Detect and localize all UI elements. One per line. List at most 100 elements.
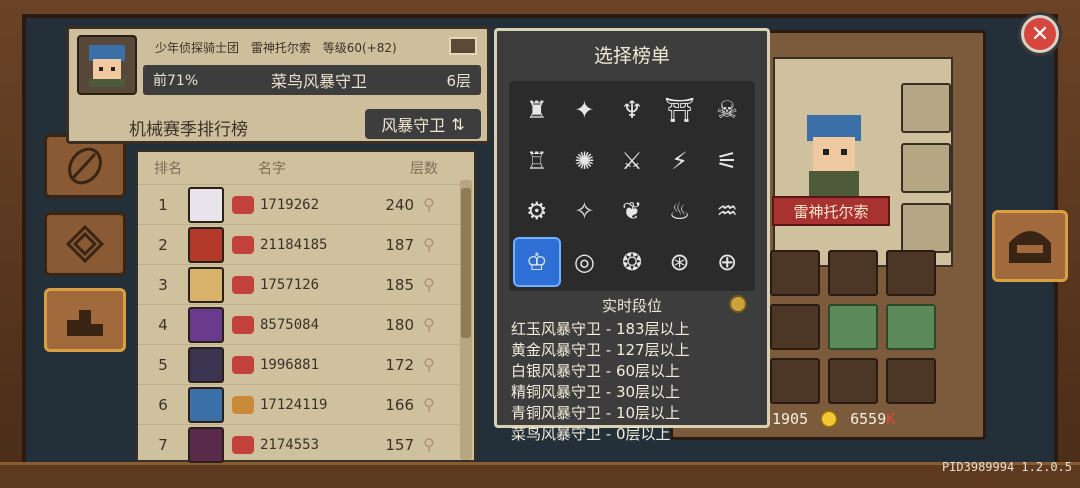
- board-option-gate-icon[interactable]: ⛩: [656, 85, 704, 136]
- help-icon[interactable]: [729, 295, 747, 313]
- board-icon-grid: ♜ ✦ ♆ ⛩ ☠ ♖ ✺ ⚔ ⚡ ⚟ ⚙ ✧ ❦ ♨ ♒ ♔ ◎ ❂ ⊛ ⊕: [509, 81, 755, 291]
- board-option-claw-icon[interactable]: ⚟: [703, 136, 751, 187]
- table-row[interactable]: 6 17124119 166 ⚲: [138, 384, 460, 424]
- percentile: 前71%: [153, 73, 199, 89]
- board-option-blades-icon[interactable]: ⚔: [608, 136, 656, 187]
- board-option-star-icon[interactable]: ✦: [561, 85, 609, 136]
- inventory-slot[interactable]: [886, 358, 936, 404]
- board-option-storm-guard-icon[interactable]: ♔: [513, 236, 561, 287]
- board-option-gear-icon[interactable]: ⚙: [513, 186, 561, 237]
- board-option-slash-icon[interactable]: ⚡: [656, 136, 704, 187]
- avatar: [188, 186, 224, 223]
- inventory-slot[interactable]: [828, 358, 878, 404]
- row-uid: 1996881: [260, 356, 320, 373]
- close-button[interactable]: ✕: [1018, 12, 1062, 56]
- id-card-icon[interactable]: [449, 37, 477, 55]
- row-rank: 7: [158, 435, 168, 454]
- inventory-grid: [770, 250, 950, 404]
- board-option-spiral-icon[interactable]: ⊛: [656, 237, 704, 288]
- row-floors: 166: [385, 395, 414, 414]
- inventory-slot[interactable]: [770, 250, 820, 296]
- tier-item: 青铜风暴守卫 - 10层以上: [511, 404, 681, 422]
- equip-slot-1[interactable]: [901, 83, 951, 133]
- inventory-slot[interactable]: [828, 304, 878, 350]
- row-uid: 17124119: [260, 396, 328, 413]
- inspect-icon[interactable]: ⚲: [414, 275, 444, 294]
- player-floors: 6层: [446, 71, 471, 90]
- avatar: [188, 426, 224, 463]
- board-option-spark-icon[interactable]: ✧: [561, 186, 609, 237]
- scroll-thumb[interactable]: [461, 188, 471, 338]
- coin-suffix: K: [886, 410, 896, 428]
- board-option-swirl-icon[interactable]: ✺: [561, 136, 609, 187]
- inspect-icon[interactable]: ⚲: [414, 435, 444, 454]
- row-floors: 180: [385, 315, 414, 334]
- board-option-wings-icon[interactable]: ❦: [608, 186, 656, 237]
- player-avatar: [77, 35, 137, 95]
- board-option-flame-icon[interactable]: ♨: [656, 186, 704, 237]
- row-rank: 4: [158, 315, 168, 334]
- board-option-horns-icon[interactable]: ♆: [608, 85, 656, 136]
- podium-icon: [67, 310, 103, 336]
- inspect-icon[interactable]: ⚲: [414, 235, 444, 254]
- row-uid: 21184185: [260, 236, 328, 253]
- inspect-icon[interactable]: ⚲: [414, 195, 444, 214]
- diamond-icon: [65, 224, 105, 264]
- inspect-icon[interactable]: ⚲: [414, 315, 444, 334]
- hero-face-icon: [89, 45, 125, 87]
- currency-bar: 1905 6559K: [772, 410, 895, 428]
- helmet-icon: [1009, 231, 1051, 263]
- leaderboard-scrollbar[interactable]: [460, 180, 472, 460]
- profile-meta: 少年侦探骑士团 雷神托尔索 等级60(+82): [155, 39, 405, 56]
- guild-badge-icon: [232, 195, 254, 214]
- row-floors: 172: [385, 355, 414, 374]
- equip-slot-2[interactable]: [901, 143, 951, 193]
- tier-item: 菜鸟风暴守卫 - 0层以上: [511, 425, 671, 443]
- table-row[interactable]: 2 21184185 187 ⚲: [138, 224, 460, 264]
- inventory-slot[interactable]: [770, 358, 820, 404]
- board-option-orb-icon[interactable]: ❂: [608, 237, 656, 288]
- bottom-rail: [0, 462, 1080, 488]
- rank-title: 菜鸟风暴守卫: [270, 72, 367, 91]
- row-floors: 240: [385, 195, 414, 214]
- header-rank: 排名: [154, 161, 182, 177]
- inventory-slot[interactable]: [828, 250, 878, 296]
- board-option-beetle-icon[interactable]: ♜: [513, 85, 561, 136]
- guild-badge-icon: [232, 355, 254, 374]
- row-rank: 5: [158, 355, 168, 374]
- row-rank: 1: [158, 195, 168, 214]
- tier-item: 白银风暴守卫 - 60层以上: [511, 362, 681, 380]
- swap-icon: ⇅: [451, 114, 465, 134]
- close-icon: ✕: [1024, 18, 1056, 50]
- table-row[interactable]: 7 2174553 157 ⚲: [138, 424, 460, 464]
- tier-list: 红玉风暴守卫 - 183层以上 黄金风暴守卫 - 127层以上 白银风暴守卫 -…: [511, 319, 690, 445]
- row-rank: 3: [158, 275, 168, 294]
- inspect-icon[interactable]: ⚲: [414, 355, 444, 374]
- guild-name: 少年侦探骑士团: [155, 41, 240, 55]
- guild-badge-icon: [232, 315, 254, 334]
- table-row[interactable]: 4 8575084 180 ⚲: [138, 304, 460, 344]
- chooser-title: 选择榜单: [593, 45, 670, 67]
- table-row[interactable]: 5 1996881 172 ⚲: [138, 344, 460, 384]
- tab-helmet[interactable]: [992, 210, 1068, 282]
- player-name: 雷神托尔索: [250, 41, 311, 55]
- board-option-vortex-icon[interactable]: ◎: [561, 237, 609, 288]
- table-row[interactable]: 1 1719262 240 ⚲: [138, 184, 460, 224]
- tab-leaderboard[interactable]: [44, 288, 126, 352]
- filter-button[interactable]: 风暴守卫 ⇅: [365, 109, 481, 139]
- inspect-icon[interactable]: ⚲: [414, 395, 444, 414]
- board-option-castle-icon[interactable]: ♖: [513, 136, 561, 187]
- inventory-slot[interactable]: [886, 250, 936, 296]
- board-option-wave-icon[interactable]: ♒: [703, 186, 751, 237]
- inventory-slot[interactable]: [770, 304, 820, 350]
- tab-diamond[interactable]: [44, 212, 126, 276]
- table-row[interactable]: 3 1757126 185 ⚲: [138, 264, 460, 304]
- board-option-planet-icon[interactable]: ⊕: [703, 237, 751, 288]
- equipment-slots: [901, 83, 953, 263]
- avatar: [188, 306, 224, 343]
- header-name: 名字: [258, 161, 286, 177]
- row-floors: 187: [385, 235, 414, 254]
- board-option-skull-icon[interactable]: ☠: [703, 85, 751, 136]
- inventory-slot[interactable]: [886, 304, 936, 350]
- equip-slot-3[interactable]: [901, 203, 951, 253]
